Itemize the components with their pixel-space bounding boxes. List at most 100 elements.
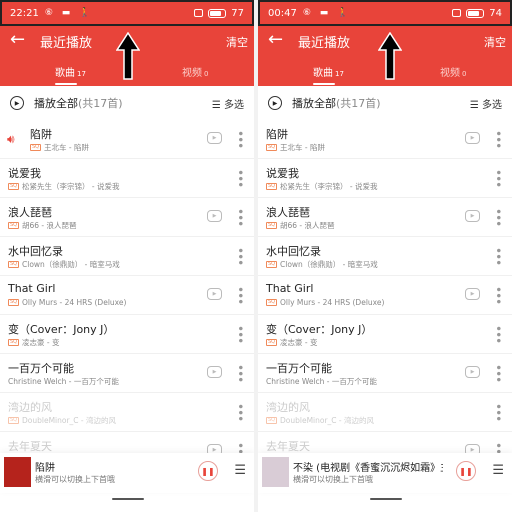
song-row[interactable]: 变（Cover：Jony J） SQ 凌志豪 - 变 •••: [0, 315, 254, 354]
sq-badge: SQ: [8, 417, 19, 424]
song-row[interactable]: That Girl SQ Olly Murs - 24 HRS (Deluxe) …: [258, 276, 512, 315]
more-options-icon[interactable]: •••: [233, 130, 247, 148]
album-cover: [262, 457, 289, 487]
more-options-icon[interactable]: •••: [491, 130, 505, 148]
song-row[interactable]: 🔊︎ 陷阱 SQ 王北车 - 陷阱 ▶ •••: [0, 120, 254, 159]
song-artist-album: Clown（徐鼎勋） - 暗室马戏: [22, 260, 120, 269]
play-all-button[interactable]: ▶ 播放全部 (共17首) ☰ 多选: [258, 88, 512, 118]
multi-select-button[interactable]: ☰ 多选: [212, 96, 244, 111]
song-row[interactable]: 浪人琵琶 SQ 胡66 - 浪人琵琶 ▶ •••: [0, 198, 254, 237]
more-options-icon[interactable]: •••: [233, 169, 247, 187]
more-options-icon[interactable]: •••: [491, 403, 505, 421]
sq-badge: SQ: [266, 299, 277, 306]
song-row[interactable]: 说爱我 SQ 松紧先生（李宗锦） - 说爱我 •••: [0, 159, 254, 198]
song-title: 水中回忆录: [8, 245, 63, 258]
play-circle-icon: ▶: [10, 96, 24, 110]
song-row[interactable]: That Girl SQ Olly Murs - 24 HRS (Deluxe) …: [0, 276, 254, 315]
song-title: 水中回忆录: [266, 245, 321, 258]
playlist-icon[interactable]: ☰: [234, 463, 246, 478]
pause-button[interactable]: ❚❚: [198, 461, 218, 481]
song-title: 浪人琵琶: [266, 206, 310, 219]
more-options-icon[interactable]: •••: [233, 364, 247, 382]
more-options-icon[interactable]: •••: [491, 247, 505, 265]
mv-play-icon[interactable]: ▶: [207, 132, 222, 144]
multi-select-button[interactable]: ☰ 多选: [470, 96, 502, 111]
song-artist-album: DoubleMinor_C - 湾边的风: [280, 416, 375, 425]
play-all-button[interactable]: ▶ 播放全部 (共17首) ☰ 多选: [0, 88, 254, 118]
battery-level: 74: [489, 7, 502, 19]
tab-songs[interactable]: 歌曲 17: [313, 64, 344, 85]
song-artist-album: Christine Welch - 一百万个可能: [266, 377, 377, 386]
more-options-icon[interactable]: •••: [233, 208, 247, 226]
more-options-icon[interactable]: •••: [491, 169, 505, 187]
song-artist-album: Olly Murs - 24 HRS (Deluxe): [280, 298, 385, 307]
clear-button[interactable]: 清空: [484, 34, 506, 50]
sq-badge: SQ: [8, 261, 19, 268]
now-playing-title: 陷阱: [35, 463, 55, 474]
mv-play-icon[interactable]: ▶: [465, 210, 480, 222]
mini-player[interactable]: 陷阱 横滑可以切换上下首哦 ❚❚ ☰: [0, 453, 254, 493]
tab-videos[interactable]: 视频 0: [440, 64, 466, 79]
song-row[interactable]: 陷阱 SQ 王北车 - 陷阱 ▶ •••: [258, 120, 512, 159]
tab-videos[interactable]: 视频 0: [182, 64, 208, 79]
tab-label: 视频: [440, 68, 460, 79]
status-icons: ⑥ ▬ 🚶: [44, 8, 94, 18]
song-title: 一百万个可能: [8, 362, 74, 375]
tab-songs[interactable]: 歌曲 17: [55, 64, 86, 85]
annotation-arrow-up-icon: [378, 32, 402, 80]
song-row[interactable]: 一百万个可能 Christine Welch - 一百万个可能 ▶ •••: [0, 354, 254, 393]
song-title: 去年夏天: [266, 440, 310, 453]
more-options-icon[interactable]: •••: [233, 286, 247, 304]
more-options-icon[interactable]: •••: [491, 325, 505, 343]
song-row[interactable]: 浪人琵琶 SQ 胡66 - 浪人琵琶 ▶ •••: [258, 198, 512, 237]
song-artist-album: 王北车 - 陷阱: [280, 143, 325, 152]
more-options-icon[interactable]: •••: [233, 403, 247, 421]
song-artist-album: DoubleMinor_C - 湾边的风: [22, 416, 117, 425]
home-indicator[interactable]: [112, 498, 144, 500]
sq-badge: SQ: [266, 417, 277, 424]
tab-count: 17: [335, 70, 344, 78]
song-row[interactable]: 水中回忆录 SQ Clown（徐鼎勋） - 暗室马戏 •••: [0, 237, 254, 276]
more-options-icon[interactable]: •••: [491, 208, 505, 226]
more-options-icon[interactable]: •••: [233, 247, 247, 265]
tab-label: 歌曲: [55, 68, 75, 79]
song-row[interactable]: 变（Cover：Jony J） SQ 凌志豪 - 变 •••: [258, 315, 512, 354]
status-bar: 22:21 ⑥ ▬ 🚶 77: [0, 0, 254, 26]
more-options-icon[interactable]: •••: [491, 364, 505, 382]
back-arrow-icon[interactable]: ←: [268, 29, 283, 50]
more-options-icon[interactable]: •••: [491, 286, 505, 304]
play-circle-icon: ▶: [268, 96, 282, 110]
mv-play-icon[interactable]: ▶: [207, 210, 222, 222]
song-title: 去年夏天: [8, 440, 52, 453]
play-all-label: 播放全部: [34, 97, 78, 110]
battery-icon: [466, 8, 485, 18]
mv-play-icon[interactable]: ▶: [465, 132, 480, 144]
song-artist-album: 松紧先生（李宗锦） - 说爱我: [22, 182, 120, 191]
home-indicator[interactable]: [370, 498, 402, 500]
pause-button[interactable]: ❚❚: [456, 461, 476, 481]
song-row[interactable]: 一百万个可能 Christine Welch - 一百万个可能 ▶ •••: [258, 354, 512, 393]
screen-icon: [452, 9, 462, 17]
clear-button[interactable]: 清空: [226, 34, 248, 50]
song-title: 陷阱: [30, 128, 52, 141]
mv-play-icon[interactable]: ▶: [465, 366, 480, 378]
song-row[interactable]: 水中回忆录 SQ Clown（徐鼎勋） - 暗室马戏 •••: [258, 237, 512, 276]
mv-play-icon[interactable]: ▶: [465, 288, 480, 300]
status-time: 22:21: [10, 7, 39, 19]
mv-play-icon[interactable]: ▶: [207, 366, 222, 378]
more-options-icon[interactable]: •••: [233, 325, 247, 343]
sq-badge: SQ: [8, 183, 19, 190]
mv-play-icon[interactable]: ▶: [207, 288, 222, 300]
back-arrow-icon[interactable]: ←: [10, 29, 25, 50]
song-row[interactable]: 湾边的风 SQ DoubleMinor_C - 湾边的风 •••: [258, 393, 512, 432]
mini-player[interactable]: 不染 (电视剧《香蜜沉沉烬如霜》主题曲 横滑可以切换上下首哦 ❚❚ ☰: [258, 453, 512, 493]
tab-label: 歌曲: [313, 68, 333, 79]
song-artist-album: 凌志豪 - 变: [280, 338, 318, 347]
song-row[interactable]: 说爱我 SQ 松紧先生（李宗锦） - 说爱我 •••: [258, 159, 512, 198]
status-time: 00:47: [268, 7, 297, 19]
playlist-icon[interactable]: ☰: [492, 463, 504, 478]
now-playing-title: 不染 (电视剧《香蜜沉沉烬如霜》主题曲: [293, 463, 443, 474]
song-artist-album: 胡66 - 浪人琵琶: [22, 221, 77, 230]
song-row[interactable]: 湾边的风 SQ DoubleMinor_C - 湾边的风 •••: [0, 393, 254, 432]
song-artist-album: Clown（徐鼎勋） - 暗室马戏: [280, 260, 378, 269]
